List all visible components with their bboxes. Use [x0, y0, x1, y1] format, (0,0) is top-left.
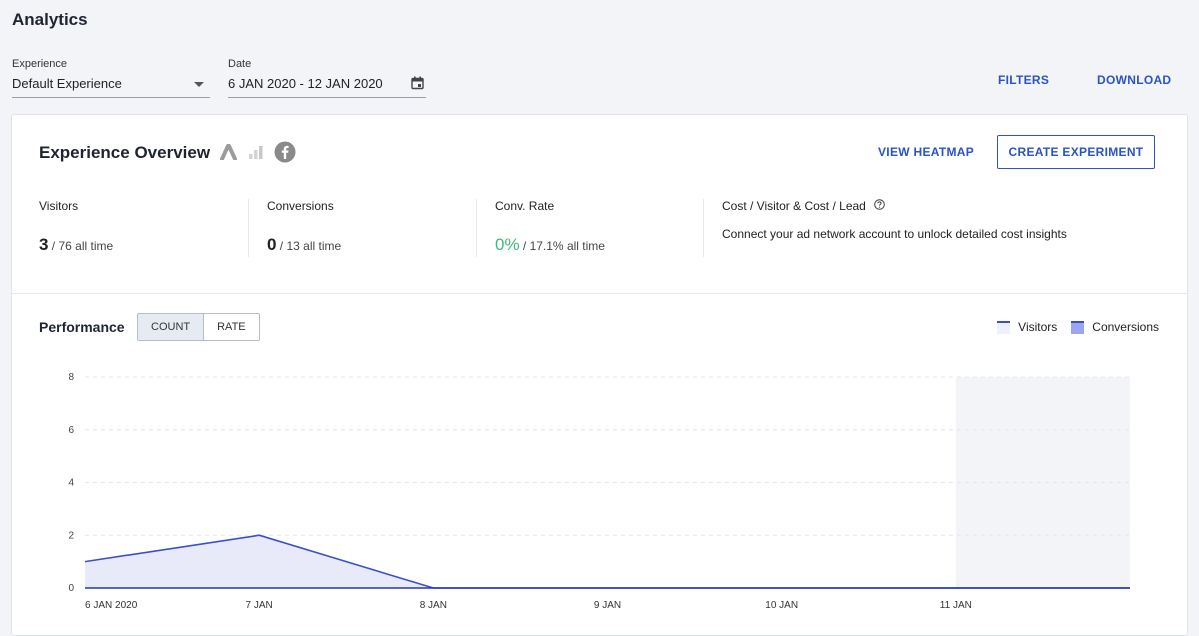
stat-value: 0% [495, 235, 520, 254]
y-tick-label: 0 [68, 583, 74, 594]
bar-chart-icon [248, 144, 264, 165]
stat-conversions: Conversions 0 / 13 all time [248, 199, 467, 257]
overview-title: Experience Overview [39, 143, 211, 162]
create-experiment-button[interactable]: CREATE EXPERIMENT [997, 135, 1155, 169]
performance-title: Performance [39, 319, 125, 335]
calendar-icon[interactable] [411, 76, 424, 93]
legend-swatch-visitors [997, 320, 1011, 334]
rate-toggle-button[interactable]: RATE [204, 314, 259, 340]
legend-label: Conversions [1092, 320, 1159, 334]
y-tick-label: 2 [68, 530, 74, 541]
x-tick-label: 9 JAN [594, 600, 621, 611]
y-tick-label: 8 [68, 372, 74, 383]
divider [12, 293, 1187, 294]
legend-item-visitors[interactable]: Visitors [997, 320, 1057, 334]
date-label: Date [228, 58, 252, 70]
legend-swatch-conversions [1071, 320, 1085, 334]
x-tick-label: 6 JAN 2020 [85, 600, 138, 611]
x-tick-label: 8 JAN [420, 600, 447, 611]
x-tick-label: 7 JAN [246, 600, 273, 611]
cost-description: Connect your ad network account to unloc… [722, 227, 1067, 241]
experience-select[interactable]: Experience Default Experience [12, 58, 210, 98]
count-rate-toggle[interactable]: COUNT RATE [137, 313, 260, 341]
x-tick-label: 10 JAN [765, 600, 798, 611]
facebook-icon [274, 141, 296, 168]
view-heatmap-link[interactable]: VIEW HEATMAP [878, 145, 974, 159]
date-value: 6 JAN 2020 - 12 JAN 2020 [228, 76, 383, 91]
y-tick-label: 6 [68, 425, 74, 436]
chevron-down-icon [194, 82, 204, 87]
count-toggle-button[interactable]: COUNT [138, 314, 205, 340]
page-title: Analytics [12, 10, 88, 29]
legend-item-conversions[interactable]: Conversions [1071, 320, 1159, 334]
experience-value: Default Experience [12, 76, 122, 91]
performance-chart: 0 2 4 6 8 6 JAN 2020 7 JAN 8 JAN 9 JAN 10 JAN 11 J… [68, 372, 1130, 611]
date-range-field[interactable]: Date 6 JAN 2020 - 12 JAN 2020 [228, 58, 426, 98]
y-tick-label: 4 [68, 478, 74, 489]
cost-label: Cost / Visitor & Cost / Lead [722, 199, 866, 213]
help-icon[interactable] [874, 199, 885, 213]
stat-alltime: / 17.1% all time [519, 239, 605, 253]
filters-link[interactable]: FILTERS [998, 73, 1049, 87]
download-link[interactable]: DOWNLOAD [1097, 73, 1171, 87]
x-tick-label: 11 JAN [940, 600, 972, 611]
experience-label: Experience [12, 58, 68, 70]
stat-cost: Cost / Visitor & Cost / Lead Connect you… [703, 199, 1162, 257]
google-ads-icon [220, 144, 238, 165]
stat-label: Conv. Rate [495, 199, 555, 213]
stat-label: Conversions [267, 199, 334, 213]
stat-visitors: Visitors 3 / 76 all time [39, 199, 239, 257]
chart-legend: Visitors Conversions [997, 320, 1159, 334]
stat-alltime: / 76 all time [48, 239, 114, 253]
experience-overview-card: Experience Overview VIEW HEATMAP CREATE … [11, 114, 1188, 636]
stat-alltime: / 13 all time [276, 239, 342, 253]
legend-label: Visitors [1018, 320, 1058, 334]
stat-conv-rate: Conv. Rate 0% / 17.1% all time [476, 199, 695, 257]
stat-label: Visitors [39, 199, 79, 213]
